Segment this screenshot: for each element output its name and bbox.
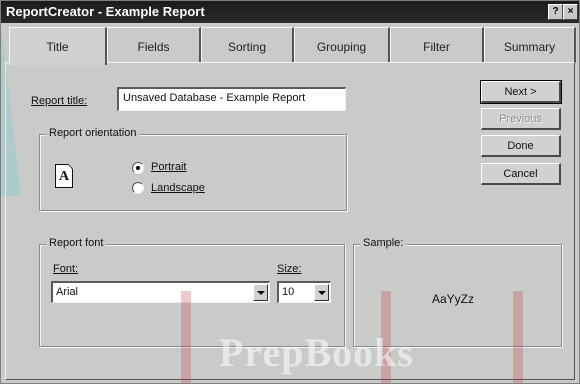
report-orientation-group: Report orientation	[39, 127, 347, 211]
portrait-page-icon: A	[55, 164, 73, 188]
previous-button[interactable]: Previous	[481, 108, 561, 130]
tab-fields-label: Fields	[137, 40, 170, 54]
close-button[interactable]: ×	[563, 4, 578, 20]
portrait-radio[interactable]	[132, 162, 144, 174]
font-select-value: Arial	[56, 286, 79, 298]
font-label: Font:	[53, 263, 79, 275]
tab-summary-label: Summary	[503, 40, 556, 54]
done-button[interactable]: Done	[481, 135, 561, 157]
chevron-down-icon[interactable]	[253, 284, 268, 301]
size-select-value: 10	[282, 286, 295, 298]
sample-preview-text: AaYyZz	[432, 292, 475, 306]
report-title-input[interactable]: Unsaved Database - Example Report	[117, 87, 346, 111]
tab-sorting-label: Sorting	[227, 40, 267, 54]
tab-grouping-label: Grouping	[316, 40, 367, 54]
size-label: Size:	[277, 263, 302, 275]
report-orientation-legend: Report orientation	[46, 127, 140, 139]
tab-filter[interactable]: Filter	[390, 27, 484, 63]
tab-title-label: Title	[46, 40, 69, 54]
title-bar[interactable]: ReportCreator - Example Report ? ×	[1, 1, 579, 23]
font-select[interactable]: Arial	[51, 281, 270, 303]
next-button[interactable]: Next >	[480, 80, 562, 104]
report-font-legend: Report font	[46, 237, 107, 249]
help-button[interactable]: ?	[548, 4, 563, 20]
tab-strip: Title Fields Sorting Grouping Filter Sum…	[9, 27, 579, 65]
window-title: ReportCreator - Example Report	[6, 4, 205, 19]
tab-sorting[interactable]: Sorting	[201, 27, 294, 63]
sample-legend: Sample:	[360, 237, 407, 249]
landscape-label[interactable]: Landscape	[151, 182, 205, 194]
radio-selected-dot	[136, 166, 140, 170]
portrait-icon-letter: A	[59, 169, 70, 184]
size-select[interactable]: 10	[277, 281, 331, 303]
report-title-label: Report title:	[31, 95, 88, 107]
tab-fields[interactable]: Fields	[107, 27, 201, 63]
portrait-label[interactable]: Portrait	[151, 161, 186, 173]
report-creator-window: ReportCreator - Example Report ? × Title…	[0, 0, 580, 384]
chevron-down-icon[interactable]	[314, 284, 329, 301]
tab-summary[interactable]: Summary	[484, 27, 576, 63]
cancel-button[interactable]: Cancel	[481, 163, 561, 185]
tab-filter-label: Filter	[423, 40, 450, 54]
landscape-radio[interactable]	[132, 182, 144, 194]
tab-grouping[interactable]: Grouping	[294, 27, 390, 63]
tab-title[interactable]: Title	[9, 27, 107, 65]
